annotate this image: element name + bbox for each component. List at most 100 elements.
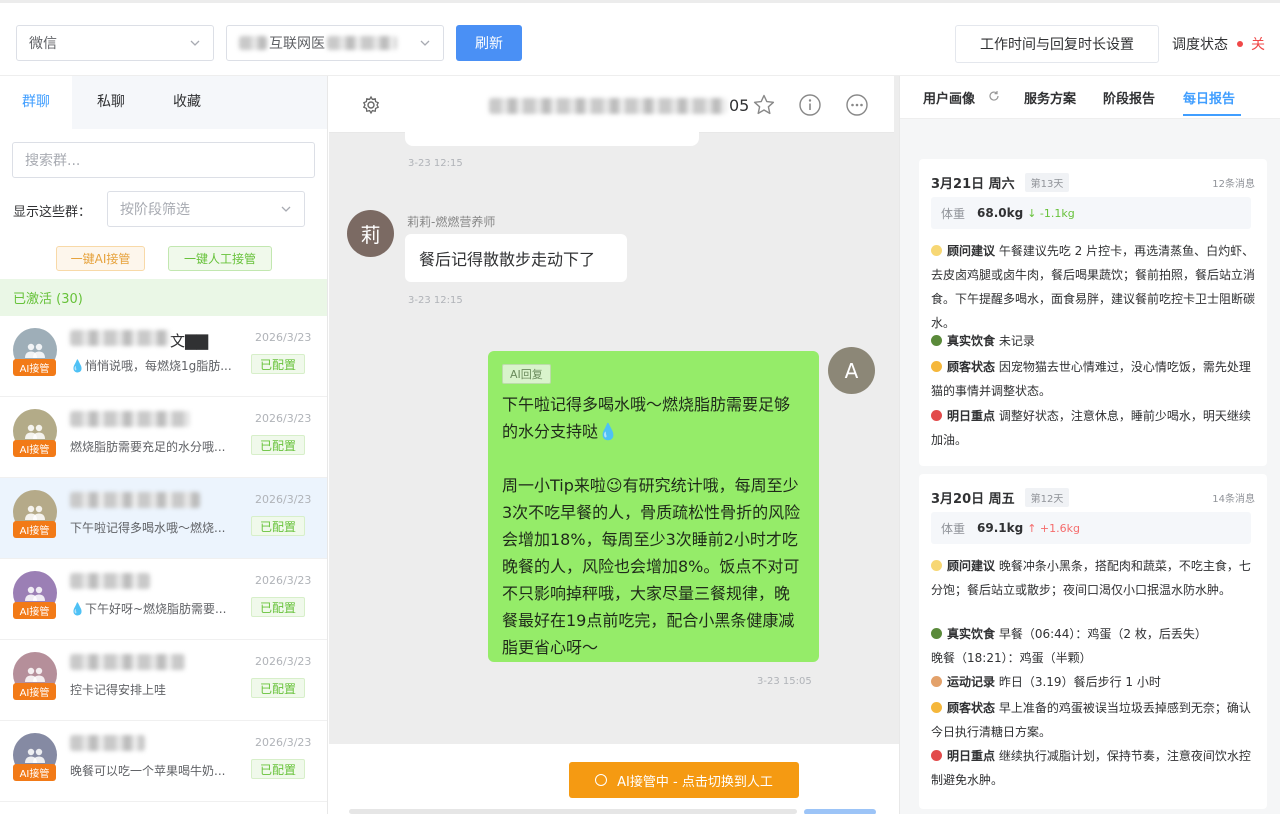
message-timestamp: 3-23 15:05 [757,676,812,687]
stage-filter-placeholder: 按阶段筛选 [120,202,190,218]
chat-header: 05 [329,76,894,133]
status-title: 顾客状态 [947,701,996,715]
star-icon[interactable] [752,93,776,117]
diet-title: 真实饮食 [947,334,996,348]
group-date: 2026/3/23 [255,412,312,425]
tab-stage-report[interactable]: 阶段报告 [1103,88,1155,107]
blurred-text [239,36,267,50]
group-date: 2026/3/23 [255,493,312,506]
show-groups-label: 显示这些群： [13,205,92,220]
group-list-item[interactable]: AI接管 文▇▇ 2026/3/23 💧悄悄说哦，每燃烧1g脂肪... 已配置 [0,316,327,397]
diet-title: 真实饮食 [947,627,996,641]
blurred-text [70,654,185,670]
group-list-item[interactable]: AI接管 2026/3/23 下午啦记得多喝水哦～燃烧... 已配置 [0,478,327,559]
blurred-text [70,492,200,508]
tab-service-plan[interactable]: 服务方案 [1024,88,1076,107]
focus-title: 明日重点 [947,749,996,763]
tab-private-chat[interactable]: 私聊 [80,76,142,129]
my-avatar[interactable]: A [828,347,875,394]
status-section: 顾客状态 早上准备的鸡蛋被误当垃圾丢掉感到无奈；确认今日执行清糖日方案。 [931,696,1256,744]
weight-label: 体重 [941,206,966,221]
weight-value: 68.0kg [977,206,1024,220]
configured-tag: 已配置 [251,435,305,455]
refresh-button[interactable]: 刷新 [456,25,522,61]
group-list-item[interactable]: AI接管 2026/3/23 控卡记得安排上哇 已配置 [0,640,327,721]
dispatch-status[interactable]: 调度状态 关 [1172,34,1265,54]
configured-tag: 已配置 [251,597,305,617]
weight-delta: ↓ -1.1kg [1027,206,1075,220]
ai-takeover-badge: AI接管 [13,764,56,781]
takeover-label: AI接管中 - 点击切换到人工 [617,774,773,790]
chat-title: 05 [489,96,749,115]
ai-takeover-switch-button[interactable]: AI接管中 - 点击切换到人工 [569,762,799,798]
blurred-text [70,573,150,589]
configured-tag: 已配置 [251,678,305,698]
message-count: 12条消息 [1212,179,1255,190]
tab-favorites[interactable]: 收藏 [156,76,218,129]
message-count: 14条消息 [1212,494,1255,505]
sport-text: 昨日（3.19）餐后步行 1 小时 [998,675,1161,689]
sport-title: 运动记录 [947,675,996,689]
info-icon[interactable] [798,93,822,117]
diet-line-2: 晚餐（18:21）：鸡蛋（半颗） [931,651,1092,665]
manual-takeover-all-button[interactable]: 一键人工接管 [168,246,272,271]
more-icon[interactable] [845,93,869,117]
message-input[interactable] [349,809,797,814]
group-name [70,573,150,589]
outgoing-message: AI回复 下午啦记得多喝水哦～燃烧脂肪需要足够的水分支持哒💧 周一小Tip来啦😉… [488,351,819,662]
daily-report-card: 3月20日 周五 第12天 14条消息 体重 69.1kg ↑ +1.6kg 顾… [919,474,1267,809]
top-toolbar: 微信 互联网医 刷新 工作时间与回复时长设置 调度状态 关 [0,0,1280,76]
weight-box: 体重 68.0kg ↓ -1.1kg [931,197,1251,229]
diet-text: 未记录 [998,334,1035,348]
blurred-text [70,735,145,751]
chevron-down-icon [420,40,430,46]
account-select-value: 互联网医 [269,36,325,52]
blurred-text [489,97,727,114]
group-name [70,735,145,751]
tab-daily-report[interactable]: 每日报告 [1183,88,1235,107]
tab-group-chat[interactable]: 群聊 [0,76,72,129]
ai-takeover-badge: AI接管 [13,521,56,538]
bulb-icon [931,560,942,571]
ai-takeover-badge: AI接管 [13,359,56,376]
tab-user-profile[interactable]: 用户画像 [923,88,975,107]
group-last-message: 下午啦记得多喝水哦～燃烧... [70,521,226,535]
group-people-icon [25,586,45,601]
status-section: 顾客状态 因宠物猫去世心情难过，没心情吃饭，需先处理猫的事情并调整状态。 [931,355,1256,403]
account-select[interactable]: 互联网医 [226,25,444,61]
dispatch-status-value: 关 [1251,37,1265,53]
chevron-down-icon [281,206,291,212]
work-time-settings-button[interactable]: 工作时间与回复时长设置 [955,25,1159,63]
group-last-message: 💧下午好呀~燃烧脂肪需要... [70,602,227,616]
ai-takeover-badge: AI接管 [13,602,56,619]
conversation-tabs: 群聊 私聊 收藏 [0,76,327,129]
active-groups-header: 已激活 (30) [0,279,327,316]
outgoing-message-text: 下午啦记得多喝水哦～燃烧脂肪需要足够的水分支持哒💧 周一小Tip来啦😉有研究统计… [502,395,801,657]
ai-takeover-all-button[interactable]: 一键AI接管 [56,246,145,271]
group-name [70,411,190,427]
dispatch-status-label: 调度状态 [1172,37,1228,53]
group-name-suffix: 文▇▇ [170,332,209,350]
sender-name: 莉莉-燃燃营养师 [407,215,496,229]
chat-title-suffix: 05 [729,96,750,115]
group-list-item[interactable]: AI接管 2026/3/23 晚餐可以吃一个苹果喝牛奶... 已配置 [0,721,327,802]
platform-select[interactable]: 微信 [16,25,214,61]
chevron-down-icon [190,40,200,46]
stage-filter-select[interactable]: 按阶段筛选 [107,191,305,227]
advice-title: 顾问建议 [947,244,996,258]
blurred-text [327,36,397,50]
group-search-input[interactable]: 搜索群... [12,142,315,178]
sender-avatar[interactable]: 莉 [347,210,394,257]
salad-icon [931,335,942,346]
group-list-item[interactable]: AI接管 2026/3/23 燃烧脂肪需要充足的水分哦... 已配置 [0,397,327,478]
status-title: 顾客状态 [947,360,996,374]
refresh-icon[interactable] [988,90,1000,102]
group-list-item[interactable]: AI接管 2026/3/23 💧下午好呀~燃烧脂肪需要... 已配置 [0,559,327,640]
send-button[interactable] [804,809,876,814]
incoming-message: 餐后记得散散步走动下了 [405,234,627,282]
report-date: 3月21日 周六 [931,177,1015,192]
salad-icon [931,628,942,639]
gear-icon[interactable] [361,95,381,115]
group-date: 2026/3/23 [255,331,312,344]
running-icon [931,676,942,687]
